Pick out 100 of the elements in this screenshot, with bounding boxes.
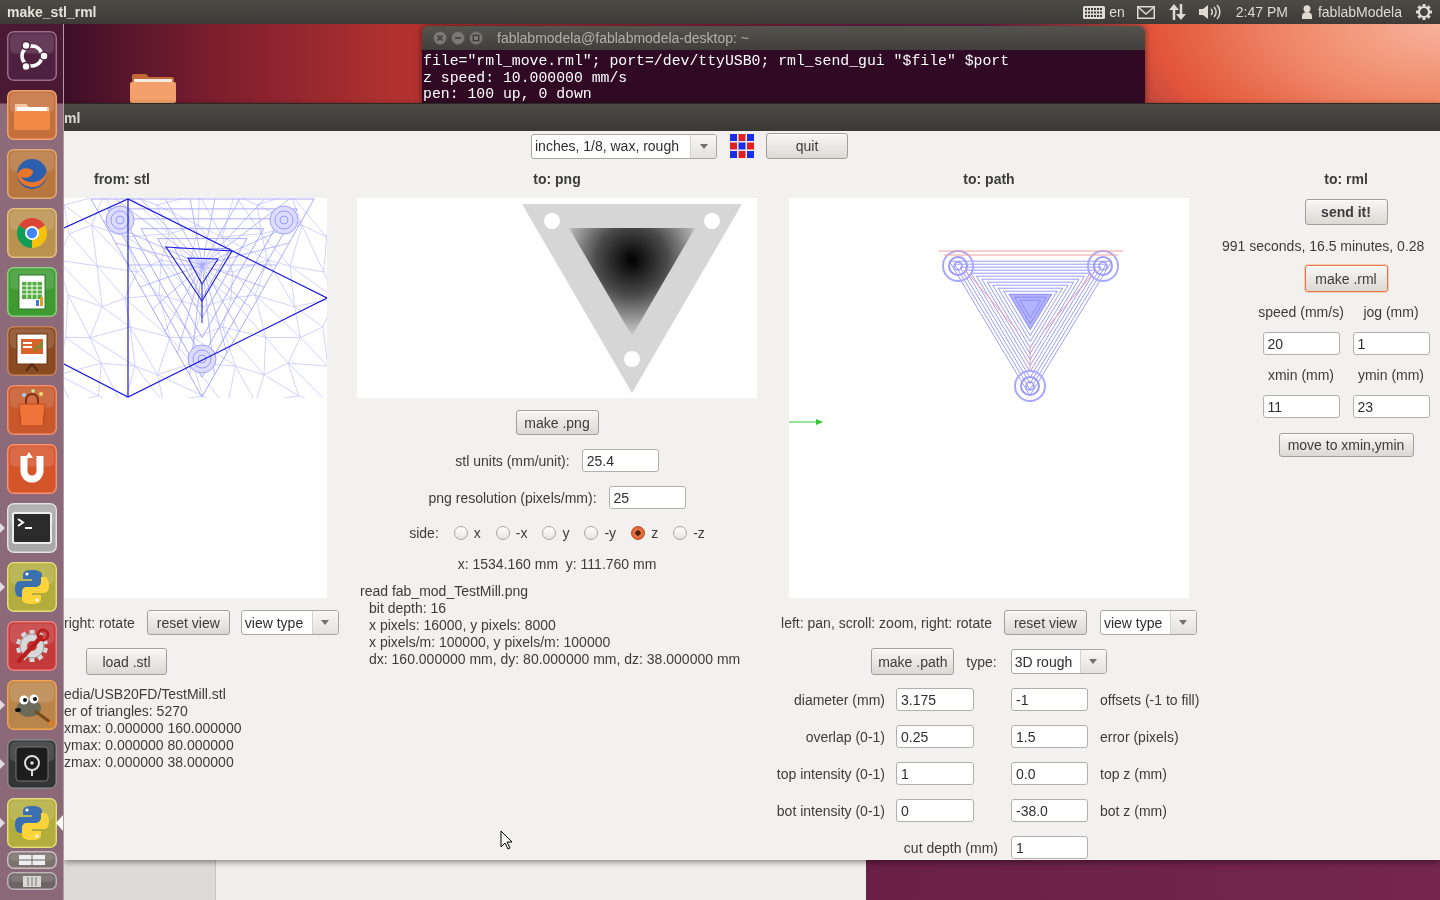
radio-label[interactable]: z <box>651 524 659 542</box>
field-label: cut depth (mm) <box>903 839 998 856</box>
text-field[interactable]: 0 <box>896 799 974 822</box>
radio-label[interactable]: -z <box>693 524 705 542</box>
keyboard-icon[interactable] <box>1083 5 1106 19</box>
window-title: ml <box>64 109 81 126</box>
user-name-label[interactable]: fablabModela <box>1317 0 1402 24</box>
workspace-grid-icon <box>6 851 57 869</box>
path-type-dropdown[interactable]: 3D rough <box>1010 649 1107 674</box>
text-field[interactable]: 1 <box>1352 332 1430 355</box>
browser-icon <box>6 208 57 258</box>
close-icon[interactable] <box>433 31 447 45</box>
caret-icon <box>699 143 708 149</box>
text-field[interactable]: -1 <box>1011 688 1088 711</box>
load-stl-button[interactable]: load .stl <box>86 648 167 675</box>
caret-icon <box>1089 659 1098 664</box>
minimize-icon[interactable] <box>451 31 465 45</box>
mouse-pointer-icon <box>500 830 513 850</box>
spreadsheet-icon <box>6 267 57 317</box>
shopping-bag-icon <box>6 385 57 435</box>
field-label: jog (mm) <box>1363 303 1419 321</box>
text-field[interactable]: -38.0 <box>1011 799 1088 822</box>
transfer-arrows-icon[interactable] <box>1168 4 1186 20</box>
user-icon[interactable] <box>1301 5 1312 19</box>
make-path-button[interactable]: make .path <box>871 648 955 675</box>
side-label: side: <box>409 524 439 542</box>
text-field[interactable]: 11 <box>1262 395 1340 418</box>
text-field[interactable]: 25 <box>608 486 686 509</box>
text-field[interactable]: 23 <box>1352 395 1430 418</box>
radio-button[interactable] <box>584 526 599 540</box>
radio-button[interactable] <box>631 526 646 540</box>
clock-label[interactable]: 2:47 PM <box>1235 0 1288 24</box>
field-label: top intensity (0-1) <box>776 765 885 782</box>
terminal-icon <box>6 503 57 553</box>
reset-view-button[interactable]: reset view <box>146 610 230 635</box>
info-text: dx: 160.000000 mm, dy: 80.000000 mm, dz: 38.000000 mm <box>368 650 741 668</box>
make-png-button[interactable]: make .png <box>515 410 599 435</box>
caret-icon <box>321 620 330 625</box>
info-text: x pixels/m: 100000, y pixels/m: 100000 <box>368 633 611 651</box>
field-label: xmin (mm) <box>1267 366 1335 384</box>
text-field[interactable]: 3.175 <box>896 688 974 711</box>
text-field[interactable]: 25.4 <box>581 449 659 472</box>
info-text: xmax: 0.000000 160.000000 <box>64 720 242 737</box>
text-field[interactable]: 1 <box>896 762 974 785</box>
move-button[interactable]: move to xmin,ymin <box>1278 433 1414 457</box>
section-heading: to: path <box>963 170 1015 189</box>
size-readout-text: x: 1534.160 mm y: 111.760 mm <box>457 555 657 573</box>
field-label: error (pixels) <box>1099 728 1179 745</box>
info-text: read fab_mod_TestMill.png <box>360 582 529 600</box>
text-field[interactable]: 1.5 <box>1011 725 1088 748</box>
terminal-line: pen: 100 up, 0 down <box>423 86 592 103</box>
folder-icon[interactable] <box>130 72 176 103</box>
folder-icon <box>6 90 57 140</box>
text-field[interactable]: 0.0 <box>1011 762 1088 785</box>
info-text: ymax: 0.000000 80.000000 <box>64 737 234 754</box>
safe-icon <box>6 739 57 789</box>
axis-arrow-icon <box>789 418 823 426</box>
radio-label[interactable]: x <box>473 524 481 542</box>
quit-button[interactable]: quit <box>766 133 848 159</box>
radio-label[interactable]: -x <box>515 524 528 542</box>
radio-label[interactable]: y <box>562 524 570 542</box>
field-label: diameter (mm) <box>794 691 885 708</box>
field-label: top z (mm) <box>1099 765 1167 782</box>
view-type-dropdown[interactable]: view type <box>1099 610 1197 635</box>
maximize-icon[interactable] <box>469 31 483 45</box>
radio-button[interactable] <box>542 526 557 540</box>
radio-label[interactable]: -y <box>604 524 617 542</box>
radio-button[interactable] <box>495 526 510 540</box>
volume-icon[interactable] <box>1198 4 1221 20</box>
make-rml-button[interactable]: make .rml <box>1304 265 1388 292</box>
field-label: speed (mm/s) <box>1258 303 1344 321</box>
radio-button[interactable] <box>453 526 468 540</box>
terminal-line: z speed: 10.000000 mm/s <box>423 69 628 86</box>
mouse-hint-text: left: pan, scroll: zoom, right: rotate <box>781 613 992 632</box>
app-title: make_stl_rml <box>7 4 97 20</box>
view-type-dropdown[interactable]: view type <box>240 610 339 635</box>
send-button[interactable]: send it! <box>1304 199 1388 225</box>
info-text: edia/USB20FD/TestMill.stl <box>64 686 226 703</box>
keyboard-layout-label[interactable]: en <box>1109 0 1125 24</box>
field-label: overlap (0-1) <box>805 728 885 745</box>
field-label: bot intensity (0-1) <box>776 802 885 819</box>
info-text: er of triangles: 5270 <box>64 703 188 720</box>
text-field[interactable]: 20 <box>1262 332 1340 355</box>
field-label: bot z (mm) <box>1099 802 1167 819</box>
color-grid-icon <box>730 134 754 158</box>
reset-view-button[interactable]: reset view <box>1003 610 1087 635</box>
settings-icon[interactable] <box>1416 4 1432 20</box>
radio-button[interactable] <box>673 526 688 540</box>
info-text: zmax: 0.000000 38.000000 <box>64 754 234 771</box>
snake-logo-icon <box>6 562 57 612</box>
mouse-hint-text: right: rotate <box>64 613 135 632</box>
mail-icon[interactable] <box>1136 5 1155 19</box>
trash-icon <box>6 872 57 890</box>
text-field[interactable]: 0.25 <box>896 725 974 748</box>
section-heading: from: stl <box>94 170 150 189</box>
preset-dropdown[interactable]: inches, 1/8, wax, rough <box>531 133 717 159</box>
text-field[interactable]: 1 <box>1011 836 1088 859</box>
estimate-text: 991 seconds, 16.5 minutes, 0.28 <box>1222 237 1425 255</box>
field-label: offsets (-1 to fill) <box>1099 691 1200 708</box>
section-heading: to: png <box>533 170 581 189</box>
